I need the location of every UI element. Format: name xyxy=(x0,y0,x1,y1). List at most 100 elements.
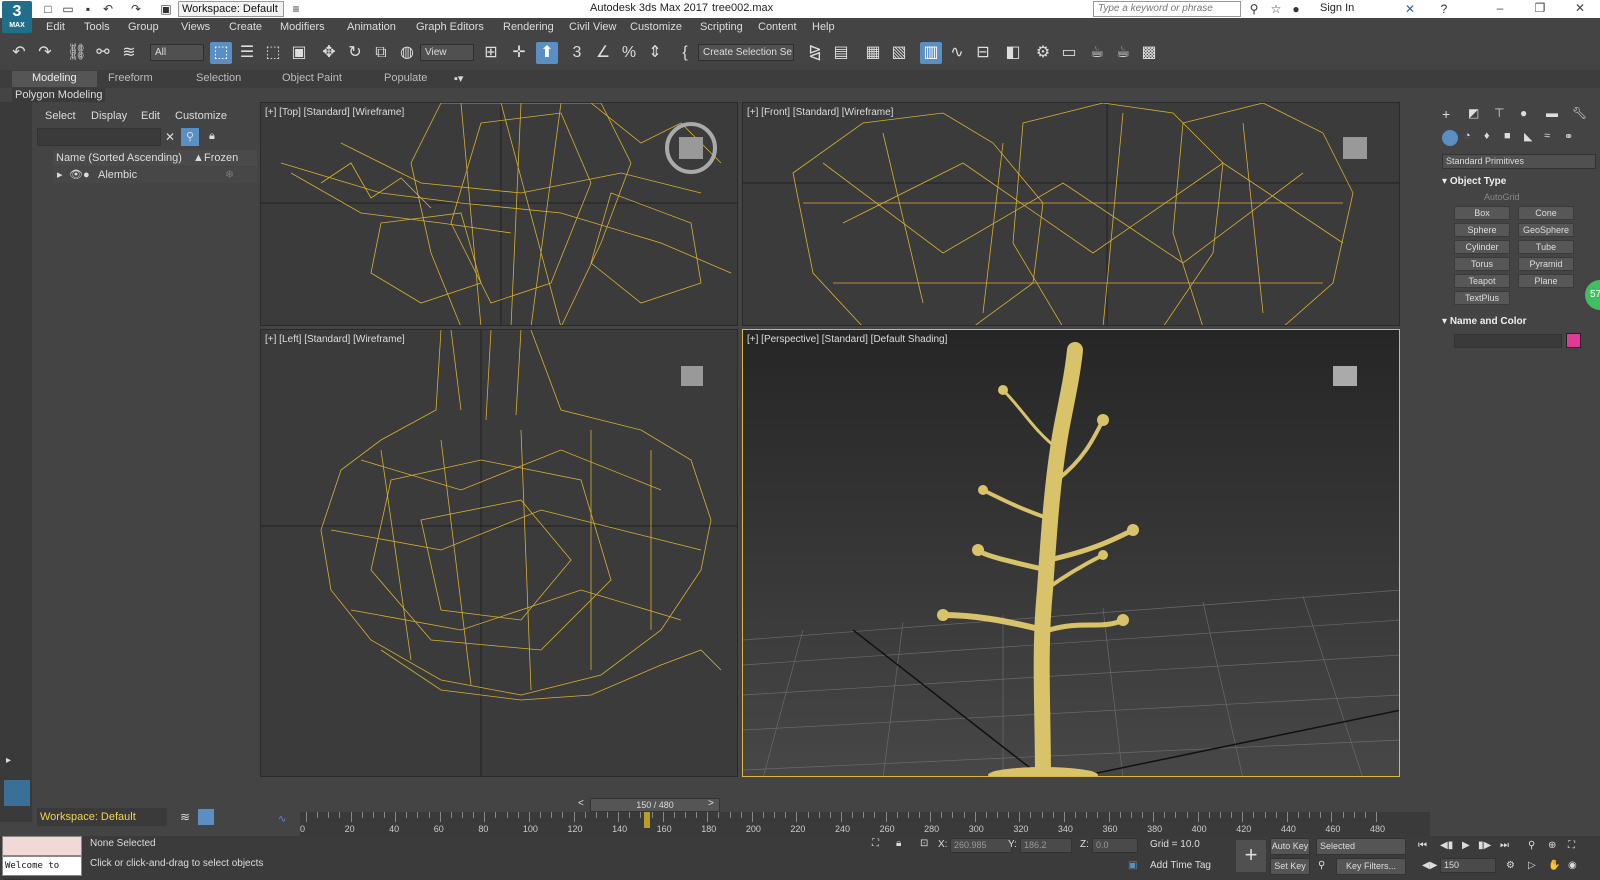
rotate-icon[interactable]: ↻ xyxy=(344,42,366,64)
restore-icon[interactable]: ❐ xyxy=(1526,1,1554,15)
viewport-label[interactable]: [+] [Left] [Standard] [Wireframe] xyxy=(265,334,405,345)
save-icon[interactable]: ▪ xyxy=(80,1,96,17)
zoom-all-icon[interactable]: ⊕ xyxy=(1548,840,1556,851)
geosphere-button[interactable]: GeoSphere xyxy=(1518,223,1574,237)
menu-modifiers[interactable]: Modifiers xyxy=(280,21,325,33)
scene-explorer-icon[interactable]: ▦ xyxy=(862,42,884,64)
angle-snap-icon[interactable]: ∠ xyxy=(592,42,614,64)
viewcube[interactable] xyxy=(1333,366,1357,386)
object-type-rollout[interactable]: ▾ Object Type xyxy=(1442,176,1594,187)
star-icon[interactable]: ☆ xyxy=(1268,1,1284,17)
current-frame-marker[interactable] xyxy=(644,812,650,828)
menu-create[interactable]: Create xyxy=(229,21,262,33)
a360-render-icon[interactable]: ▩ xyxy=(1138,42,1160,64)
selection-lock-icon[interactable]: 🔒︎ xyxy=(896,838,901,849)
render-iterative-icon[interactable]: ☕ xyxy=(1112,42,1134,64)
set-key-button[interactable]: Set Key xyxy=(1270,858,1310,875)
lock-icon[interactable]: 🔒︎ xyxy=(209,130,215,143)
tab-freeform[interactable]: Freeform xyxy=(108,72,153,84)
explorer-menu-select[interactable]: Select xyxy=(45,110,76,122)
viewport-front[interactable]: [+] [Front] [Standard] [Wireframe] xyxy=(742,102,1400,326)
viewcube[interactable] xyxy=(681,366,703,386)
unlink-icon[interactable]: ⚯ xyxy=(92,42,114,64)
y-coordinate-field[interactable]: 186.2 xyxy=(1020,838,1072,853)
maxscript-output[interactable]: Welcome to MAX! xyxy=(2,856,82,880)
undo-icon[interactable]: ↶ xyxy=(100,1,116,17)
render-production-icon[interactable]: ☕ xyxy=(1086,42,1108,64)
select-manipulate-icon[interactable]: ✛ xyxy=(508,42,530,64)
help-icon[interactable]: ? xyxy=(1436,1,1452,17)
expand-layouts-icon[interactable]: ▸ xyxy=(6,755,11,766)
menu-edit[interactable]: Edit xyxy=(46,21,65,33)
go-to-end-icon[interactable]: ⏭ xyxy=(1500,840,1509,851)
viewcube[interactable] xyxy=(1343,137,1367,159)
tab-modeling[interactable]: Modeling xyxy=(12,71,97,87)
column-frozen[interactable]: Frozen xyxy=(204,150,238,166)
new-file-icon[interactable]: □ xyxy=(40,1,56,17)
next-frame-icon[interactable]: > xyxy=(708,798,714,809)
sign-in-link[interactable]: Sign In xyxy=(1320,2,1354,14)
link-icon[interactable]: ⛓ xyxy=(66,42,88,64)
absolute-mode-icon[interactable]: ⊡ xyxy=(920,838,928,849)
column-name[interactable]: Name (Sorted Ascending) xyxy=(56,150,182,166)
viewport-label[interactable]: [+] [Front] [Standard] [Wireframe] xyxy=(747,107,893,118)
zoom-icon[interactable]: ⚲ xyxy=(1528,840,1535,851)
previous-key-icon[interactable]: ◀▮ xyxy=(1440,840,1453,851)
open-file-icon[interactable]: ▭ xyxy=(60,1,76,17)
explorer-workspace-dropdown[interactable]: Workspace: Default xyxy=(37,808,167,826)
explorer-menu-customize[interactable]: Customize xyxy=(175,110,227,122)
shapes-icon[interactable]: ◔ xyxy=(1464,130,1471,142)
prev-frame-icon[interactable]: < xyxy=(578,798,584,809)
binoculars-icon[interactable]: ⚲ xyxy=(1246,1,1262,17)
curve-editor-icon[interactable]: ∿ xyxy=(946,42,968,64)
redo-icon[interactable]: ↷ xyxy=(34,42,56,64)
teapot-button[interactable]: Teapot xyxy=(1454,274,1510,288)
menu-customize[interactable]: Customize xyxy=(630,21,682,33)
pyramid-button[interactable]: Pyramid xyxy=(1518,257,1574,271)
pan-icon[interactable]: ✋ xyxy=(1548,860,1560,871)
textplus-button[interactable]: TextPlus xyxy=(1454,291,1510,305)
explorer-search-input[interactable] xyxy=(37,128,161,146)
cameras-icon[interactable]: ■ xyxy=(1504,130,1511,142)
menu-tools[interactable]: Tools xyxy=(84,21,110,33)
plane-button[interactable]: Plane xyxy=(1518,274,1574,288)
viewport-left[interactable]: [+] [Left] [Standard] [Wireframe] xyxy=(260,329,738,777)
viewport-top[interactable]: [+] [Top] [Standard] [Wireframe] xyxy=(260,102,738,326)
time-slider[interactable]: 150 / 480 xyxy=(590,798,720,812)
motion-tab-icon[interactable]: ● xyxy=(1520,106,1527,120)
zoom-extents-icon[interactable]: ⛶ xyxy=(1568,840,1575,851)
add-time-tag[interactable]: Add Time Tag xyxy=(1150,860,1211,871)
systems-icon[interactable]: ⚭ xyxy=(1564,130,1573,143)
pivot-center-icon[interactable]: ⊞ xyxy=(480,42,502,64)
menu-rendering[interactable]: Rendering xyxy=(503,21,554,33)
viewport-perspective[interactable]: [+] [Perspective] [Standard] [Default Sh… xyxy=(742,329,1400,777)
explorer-row[interactable]: ▸ 👁︎ ● Alembic ❄ xyxy=(53,167,257,183)
layers-icon[interactable]: ≋ xyxy=(180,810,190,824)
spacewarps-icon[interactable]: ≈ xyxy=(1544,130,1550,142)
selection-filter-dropdown[interactable]: All xyxy=(150,44,204,61)
search-input[interactable]: Type a keyword or phrase xyxy=(1093,1,1241,17)
torus-button[interactable]: Torus xyxy=(1454,257,1510,271)
spinner-snap-icon[interactable]: ⇕ xyxy=(644,42,666,64)
modify-tab-icon[interactable]: ◩ xyxy=(1468,106,1479,120)
window-crossing-icon[interactable]: ▣ xyxy=(288,42,310,64)
orbit-icon[interactable]: ◉ xyxy=(1568,860,1577,871)
named-selection-set-dropdown[interactable]: Create Selection Se xyxy=(698,44,794,61)
tab-populate[interactable]: Populate xyxy=(384,72,427,84)
auto-key-button[interactable]: Auto Key xyxy=(1270,838,1310,855)
select-by-name-icon[interactable]: ☰ xyxy=(236,42,258,64)
lights-icon[interactable]: ♦ xyxy=(1484,130,1490,142)
mirror-icon[interactable]: ⧎ xyxy=(804,42,826,64)
user-icon[interactable]: ● xyxy=(1288,1,1304,17)
app-logo[interactable]: 3 MAX xyxy=(2,1,32,33)
time-tag-icon[interactable]: ▣ xyxy=(1128,860,1137,871)
display-tab-icon[interactable]: ▬ xyxy=(1546,106,1558,120)
workspace-dropdown[interactable]: Workspace: Default xyxy=(178,1,284,17)
percent-snap-icon[interactable]: % xyxy=(618,42,640,64)
object-color-swatch[interactable] xyxy=(1566,333,1581,348)
viewport-layouts-icon[interactable] xyxy=(4,780,30,806)
track-bar[interactable]: 0 20 40 60 80 100 120 140 160 180 200 220 240 260 280 3… xyxy=(300,812,1430,836)
eye-icon[interactable]: 👁︎ xyxy=(69,167,83,183)
tab-object-paint[interactable]: Object Paint xyxy=(282,72,342,84)
bind-space-warp-icon[interactable]: ≋ xyxy=(118,42,140,64)
